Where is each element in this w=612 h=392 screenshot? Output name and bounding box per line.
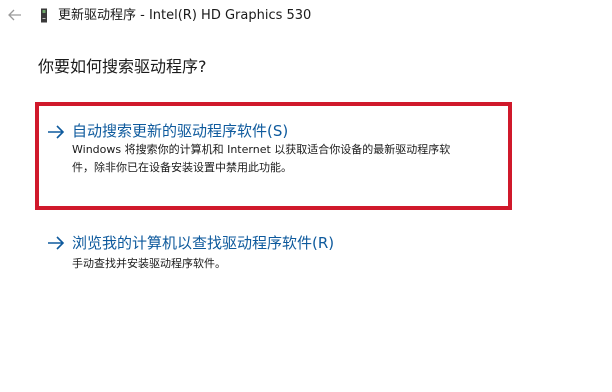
back-button[interactable] (6, 6, 24, 24)
display-adapter-icon (41, 8, 47, 23)
browse-computer-option-description: 手动查找并安装驱动程序软件。 (72, 257, 226, 270)
title-bar: 更新驱动程序 - Intel(R) HD Graphics 530 (0, 0, 612, 32)
auto-search-description-line-1: Windows 将搜索你的计算机和 Internet 以获取适合你设备的最新驱动… (72, 143, 451, 156)
auto-search-option-title[interactable]: 自动搜索更新的驱动程序软件(S) (72, 121, 288, 141)
back-arrow-icon (8, 9, 21, 21)
browse-computer-option-title[interactable]: 浏览我的计算机以查找驱动程序软件(R) (72, 233, 334, 253)
auto-search-description-line-2: 件，除非你已在设备安装设置中禁用此功能。 (72, 161, 292, 174)
arrow-right-icon (48, 236, 65, 250)
page-heading: 你要如何搜索驱动程序? (38, 57, 207, 76)
auto-search-option[interactable]: 自动搜索更新的驱动程序软件(S) Windows 将搜索你的计算机和 Inter… (40, 106, 510, 210)
window-title: 更新驱动程序 - Intel(R) HD Graphics 530 (58, 8, 312, 23)
arrow-right-icon (48, 125, 65, 139)
auto-search-option-description: Windows 将搜索你的计算机和 Internet 以获取适合你设备的最新驱动… (72, 141, 450, 177)
browse-computer-option[interactable]: 浏览我的计算机以查找驱动程序软件(R) 手动查找并安装驱动程序软件。 (40, 228, 510, 280)
